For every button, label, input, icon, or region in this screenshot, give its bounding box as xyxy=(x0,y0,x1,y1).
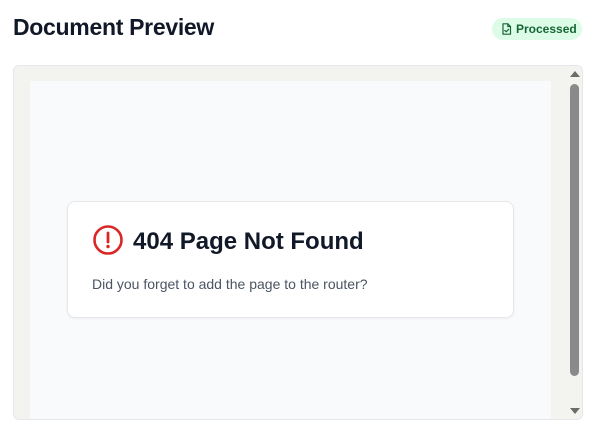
status-badge-label: Processed xyxy=(516,22,577,36)
error-heading: 404 Page Not Found xyxy=(92,224,364,261)
error-message: Did you forget to add the page to the ro… xyxy=(92,276,368,292)
scroll-up-arrow-icon[interactable] xyxy=(570,71,580,77)
preview-header: Document Preview Processed xyxy=(0,0,595,60)
preview-page: 404 Page Not Found Did you forget to add… xyxy=(30,81,551,419)
error-title: 404 Page Not Found xyxy=(133,228,364,255)
page-title: Document Preview xyxy=(13,14,214,40)
alert-circle-icon xyxy=(92,224,124,261)
scroll-down-arrow-icon[interactable] xyxy=(570,408,580,414)
file-check-icon xyxy=(501,23,512,35)
error-card: 404 Page Not Found Did you forget to add… xyxy=(67,201,514,318)
document-preview-frame[interactable]: 404 Page Not Found Did you forget to add… xyxy=(13,65,583,420)
scrollbar-thumb[interactable] xyxy=(570,84,579,376)
status-badge: Processed xyxy=(492,18,582,40)
vertical-scrollbar[interactable] xyxy=(567,66,582,419)
